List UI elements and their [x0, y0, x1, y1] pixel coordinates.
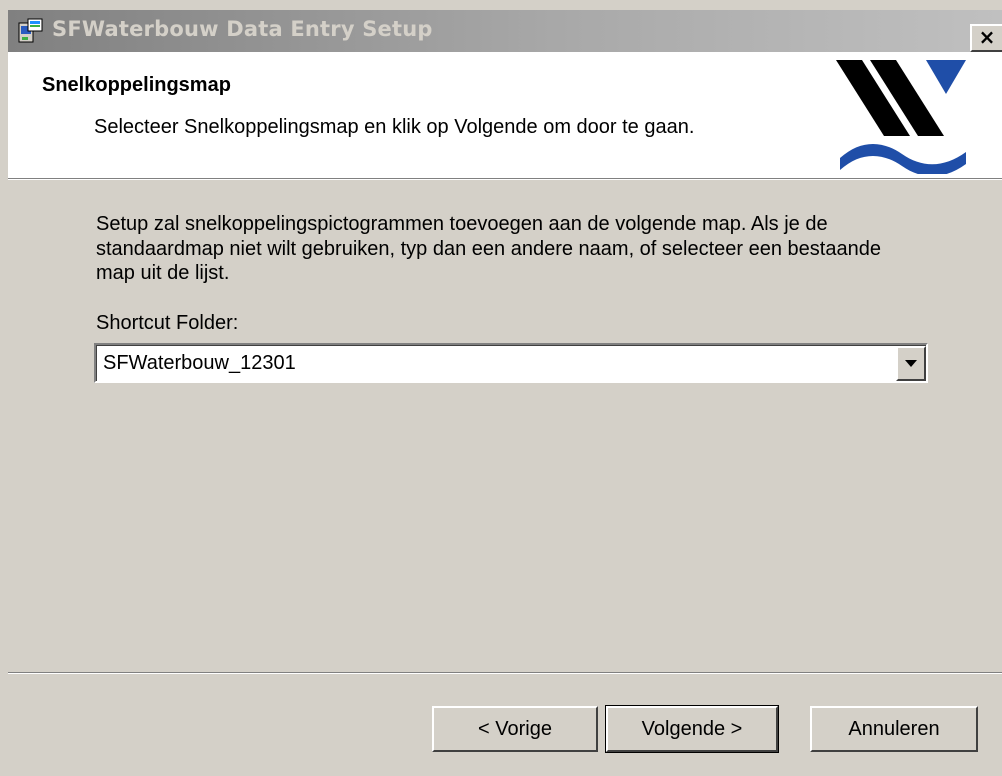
shortcut-folder-value[interactable]: SFWaterbouw_12301 — [103, 352, 296, 375]
title-bar[interactable]: SFWaterbouw Data Entry Setup × — [8, 10, 1002, 52]
close-button[interactable]: × — [970, 24, 1002, 52]
header-divider — [8, 178, 1002, 180]
shortcut-folder-combobox[interactable]: SFWaterbouw_12301 — [94, 343, 928, 383]
page-title: Snelkoppelingsmap — [42, 74, 231, 96]
page-subtitle: Selecteer Snelkoppelingsmap en klik op V… — [94, 116, 695, 138]
instructions-text: Setup zal snelkoppelingspictogrammen toe… — [96, 213, 881, 284]
back-button[interactable]: < Vorige — [432, 706, 598, 752]
cancel-button[interactable]: Annuleren — [810, 706, 978, 752]
installer-icon — [18, 18, 44, 44]
waterbouw-logo — [830, 58, 970, 177]
combobox-field[interactable]: SFWaterbouw_12301 — [96, 345, 926, 381]
window-title: SFWaterbouw Data Entry Setup — [52, 17, 433, 41]
footer-divider — [8, 672, 1002, 674]
setup-dialog: SFWaterbouw Data Entry Setup × Snelkoppe… — [0, 0, 1002, 776]
shortcut-folder-label: Shortcut Folder: — [96, 312, 239, 334]
chevron-down-icon — [905, 360, 917, 367]
header-banner: Snelkoppelingsmap Selecteer Snelkoppelin… — [8, 52, 1002, 178]
close-icon: × — [978, 25, 996, 49]
dropdown-button[interactable] — [896, 346, 926, 381]
next-button[interactable]: Volgende > — [605, 705, 779, 753]
